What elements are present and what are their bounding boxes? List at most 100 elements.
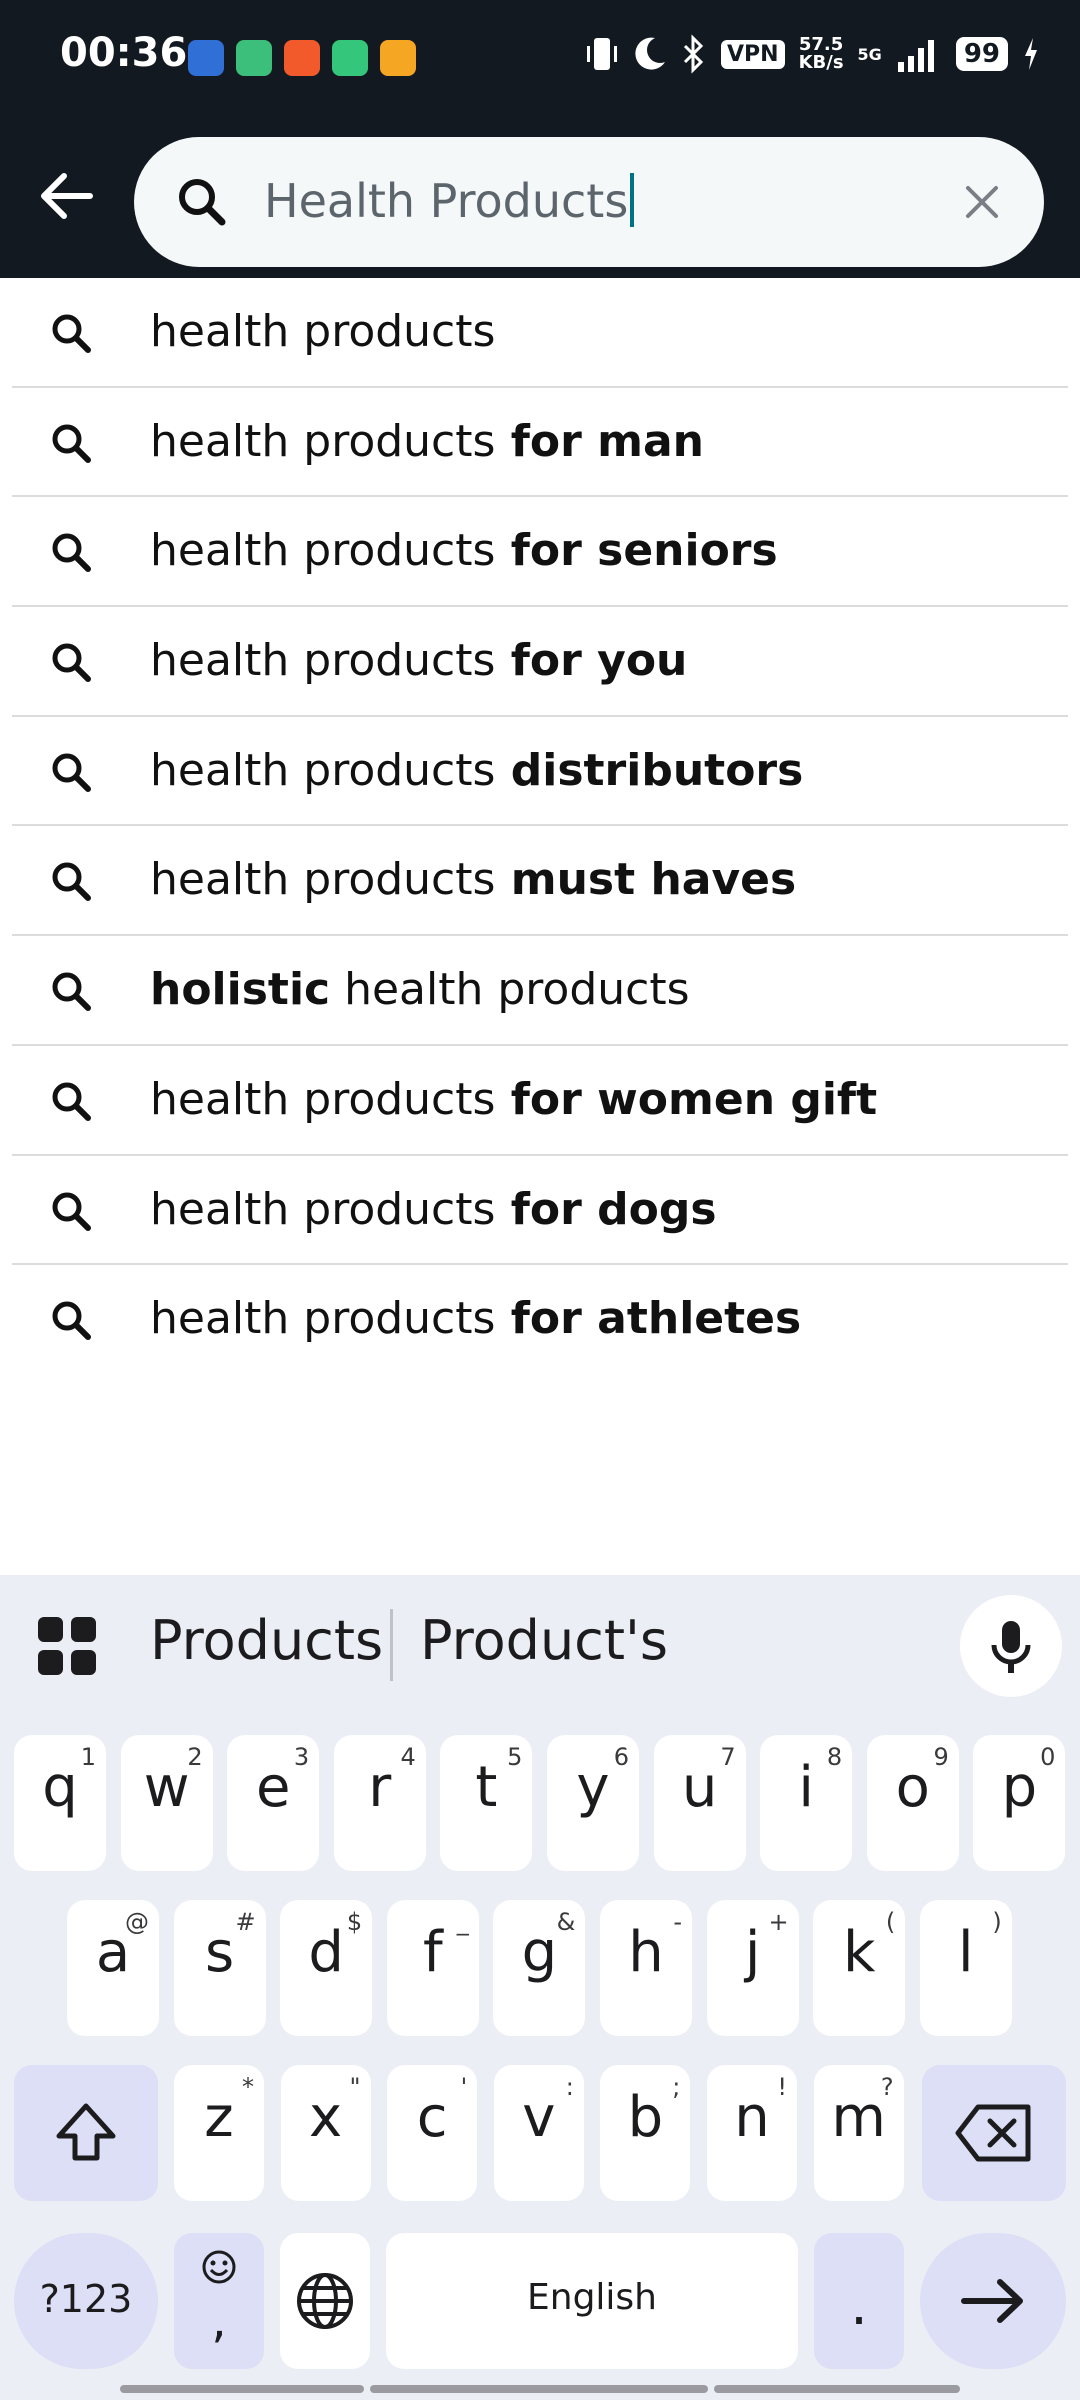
clear-icon[interactable] [952, 172, 1012, 232]
signal-icon [897, 40, 934, 72]
shift-key[interactable] [14, 2065, 158, 2201]
suggestion-item[interactable]: health products must haves [12, 826, 1068, 937]
globe-icon [297, 2273, 353, 2329]
space-key[interactable]: English [386, 2233, 798, 2369]
key-w[interactable]: w2 [120, 1735, 213, 1871]
apps-grid-icon[interactable] [36, 1615, 98, 1677]
suggestion-item[interactable]: health products [12, 278, 1068, 388]
status-bar: 00:36 VPN 57.5 KB/s 5G 99 [0, 0, 1080, 110]
suggestion-text: health products for dogs [150, 1183, 717, 1235]
key-c[interactable]: c ' [387, 2065, 478, 2201]
key-k[interactable]: k( [813, 1900, 906, 2036]
key-g[interactable]: g & [493, 1900, 586, 2036]
search-icon [52, 972, 91, 1012]
search-header: Health Products [0, 110, 1080, 278]
suggestion-item[interactable]: health products for athletes [12, 1265, 1068, 1375]
key-y[interactable]: y6 [547, 1735, 639, 1871]
bluetooth-icon [683, 34, 704, 74]
key-s[interactable]: s # [173, 1900, 266, 2036]
search-query: Health Products [264, 174, 629, 228]
backspace-key[interactable] [922, 2065, 1066, 2201]
suggestion-text: holistic health products [150, 964, 690, 1016]
suggestion-item[interactable]: health products for you [12, 607, 1068, 717]
suggestion-text: health products for you [150, 635, 688, 687]
key-t[interactable]: t5 [440, 1735, 533, 1871]
divider [390, 1609, 393, 1681]
key-f[interactable]: f _ [386, 1900, 479, 2036]
suggestion-item[interactable]: health products for seniors [12, 497, 1068, 608]
vpn-badge: VPN [721, 39, 785, 69]
app-notification-icon [188, 40, 224, 76]
key-v[interactable]: v: [493, 2065, 584, 2201]
suggestion-item[interactable]: health products for women gift [12, 1046, 1068, 1156]
suggestion-item[interactable]: holistic health products [12, 936, 1068, 1046]
suggestion-list: health products health products for man h… [0, 278, 1080, 1375]
network-speed: 57.5 KB/s [798, 34, 844, 73]
app-notification-icon [332, 40, 368, 76]
suggestion-text: health products must haves [150, 854, 797, 906]
key-a[interactable]: a @ [67, 1900, 159, 2036]
keyboard: Products Product's q1w2e3r4t5y6u7i8o9p0 a… [0, 1575, 1080, 2400]
key-q[interactable]: q1 [14, 1735, 106, 1871]
key-o[interactable]: o9 [866, 1735, 959, 1871]
nav-handle [370, 2385, 708, 2393]
search-icon [52, 1301, 91, 1341]
key-d[interactable]: d $ [280, 1900, 373, 2036]
key-n[interactable]: n! [707, 2065, 797, 2201]
search-icon [52, 862, 91, 902]
status-time: 00:36 [60, 30, 188, 76]
search-icon [52, 533, 91, 573]
search-icon [52, 424, 91, 463]
prediction-2[interactable]: Product's [420, 1609, 668, 1672]
key-b[interactable]: b; [600, 2065, 691, 2201]
search-icon [52, 643, 91, 683]
enter-key[interactable] [920, 2233, 1066, 2369]
key-h[interactable]: h- [600, 1900, 692, 2036]
search-icon [52, 1082, 91, 1121]
suggestion-text: health products distributors [150, 744, 804, 796]
suggestion-text: health products [150, 306, 496, 357]
search-input[interactable]: Health Products [134, 137, 1044, 267]
key-j[interactable]: j + [706, 1900, 799, 2036]
app-notification-icon [380, 40, 416, 76]
search-icon [52, 1192, 91, 1231]
prediction-bar: Products Product's [0, 1575, 1080, 1715]
key-r[interactable]: r4 [333, 1735, 426, 1871]
status-indicators: VPN 57.5 KB/s 5G 99 [585, 34, 1040, 74]
key-l[interactable]: l) [919, 1900, 1012, 2036]
prediction-1[interactable]: Products [150, 1609, 383, 1672]
app-notification-icon [284, 40, 320, 76]
suggestion-text: health products for seniors [150, 525, 778, 577]
back-arrow-icon[interactable] [30, 160, 102, 232]
vibrate-icon [587, 38, 618, 70]
emoji-comma-key[interactable]: , [174, 2233, 264, 2369]
key-p[interactable]: p0 [973, 1735, 1066, 1871]
suggestion-item[interactable]: health products for man [12, 388, 1068, 498]
notification-icons [188, 40, 416, 76]
nav-handle [120, 2385, 364, 2393]
emoji-icon [202, 2250, 236, 2284]
text-cursor [630, 173, 635, 227]
suggestion-text: health products for women gift [150, 1073, 878, 1125]
key-i[interactable]: i8 [760, 1735, 853, 1871]
symbols-key[interactable]: ?123 [14, 2233, 158, 2369]
key-u[interactable]: u7 [653, 1735, 746, 1871]
search-icon [52, 753, 91, 792]
language-key[interactable] [280, 2233, 370, 2369]
arrow-right-icon [961, 2279, 1023, 2323]
search-icon [179, 179, 226, 226]
suggestion-text: health products for man [150, 415, 705, 467]
suggestion-item[interactable]: health products for dogs [12, 1156, 1068, 1266]
shift-icon [56, 2103, 116, 2161]
battery-level: 99 [955, 37, 1008, 71]
key-z[interactable]: z * [174, 2065, 264, 2201]
nav-handle [714, 2385, 960, 2393]
search-icon [52, 314, 91, 353]
key-e[interactable]: e3 [227, 1735, 320, 1871]
period-key[interactable]: . [814, 2233, 904, 2369]
mic-button[interactable] [960, 1595, 1062, 1697]
suggestion-item[interactable]: health products distributors [12, 717, 1068, 827]
key-m[interactable]: m? [813, 2065, 904, 2201]
app-notification-icon [236, 40, 272, 76]
key-x[interactable]: x " [280, 2065, 371, 2201]
